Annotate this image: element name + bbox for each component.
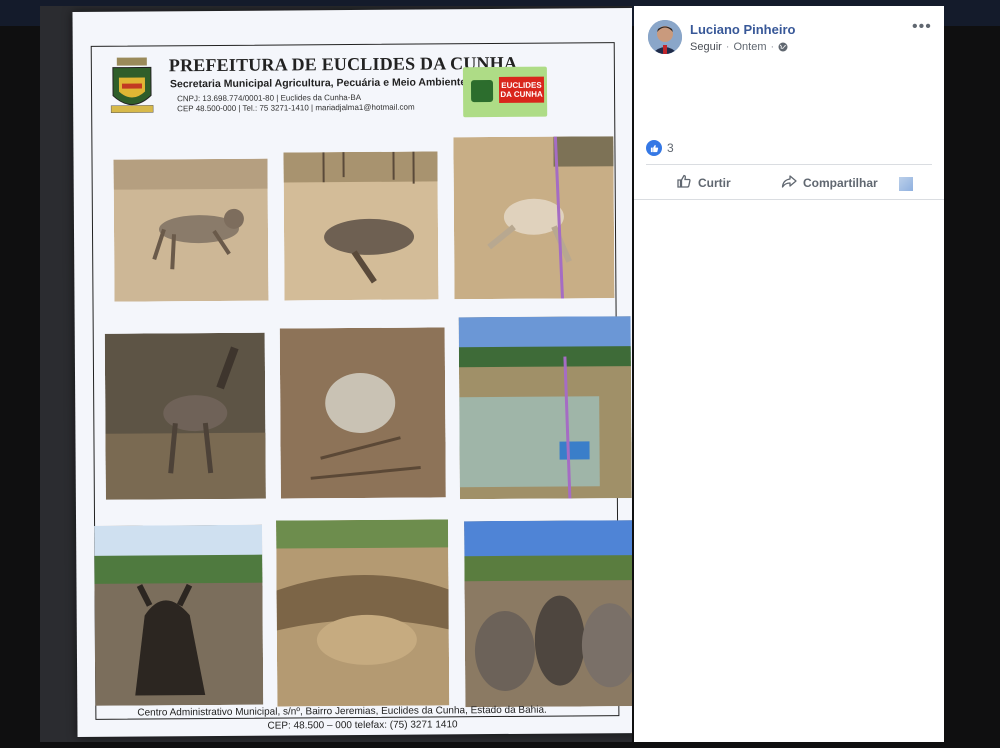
author-name[interactable]: Luciano Pinheiro: [690, 22, 795, 37]
document-subtitle: Secretaria Municipal Agricultura, Pecuár…: [169, 76, 470, 91]
photo-water-pond: [458, 316, 632, 500]
photo-dry-pit: [276, 519, 450, 707]
like-label: Curtir: [698, 175, 731, 190]
share-label: Compartilhar: [803, 175, 878, 190]
like-reaction-icon: [646, 140, 662, 156]
city-logo-text: EUCLIDES DA CUNHA: [498, 76, 545, 103]
photo-donkey-field: [94, 524, 264, 706]
photo-dead-donkey-1: [113, 158, 269, 302]
follow-link[interactable]: Seguir: [690, 41, 722, 53]
document-contact-line: CEP 48.500-000 | Tel.: 75 3271-1410 | ma…: [177, 102, 415, 114]
globe-icon: [778, 42, 788, 52]
photo-dead-donkey-3: [453, 136, 615, 300]
city-emblem-icon: [470, 80, 494, 103]
share-icon: [781, 173, 797, 192]
like-button[interactable]: Curtir: [676, 173, 731, 192]
reactions-summary[interactable]: 3: [646, 140, 674, 156]
photo-donkey-herd: [464, 519, 632, 708]
post-actions: Curtir Compartilhar: [646, 170, 932, 196]
printed-document: PREFEITURA DE EUCLIDES DA CUNHA Secretar…: [72, 8, 632, 737]
post-photo[interactable]: PREFEITURA DE EUCLIDES DA CUNHA Secretar…: [40, 6, 632, 742]
divider: [646, 164, 932, 165]
document-cnpj-line: CNPJ: 13.698.774/0001-80 | Euclides da C…: [177, 92, 362, 104]
thumbs-up-icon: [676, 173, 692, 192]
photo-carcass-ground: [279, 327, 446, 499]
divider-2: [634, 199, 944, 200]
city-logo: EUCLIDES DA CUNHA: [462, 66, 548, 118]
municipal-seal-icon: [107, 55, 157, 117]
document-footer-phone: CEP: 48.500 – 000 telefax: (75) 3271 141…: [267, 719, 458, 732]
post-panel: Luciano Pinheiro Seguir · Ontem · ••• 3 …: [634, 6, 944, 742]
letterhead: PREFEITURA DE EUCLIDES DA CUNHA Secretar…: [91, 42, 614, 126]
more-options-icon[interactable]: •••: [912, 18, 932, 36]
share-button[interactable]: Compartilhar: [781, 173, 878, 192]
post-meta: Seguir · Ontem ·: [690, 41, 788, 53]
audience-selector-icon[interactable]: [899, 177, 913, 191]
author-avatar[interactable]: [648, 20, 682, 54]
meta-separator-2: ·: [770, 41, 775, 53]
meta-separator: ·: [725, 41, 730, 53]
photo-dead-donkey-2: [283, 151, 439, 301]
photo-weak-donkey: [104, 332, 266, 500]
reaction-count: 3: [667, 141, 674, 155]
post-time[interactable]: Ontem: [733, 41, 766, 53]
